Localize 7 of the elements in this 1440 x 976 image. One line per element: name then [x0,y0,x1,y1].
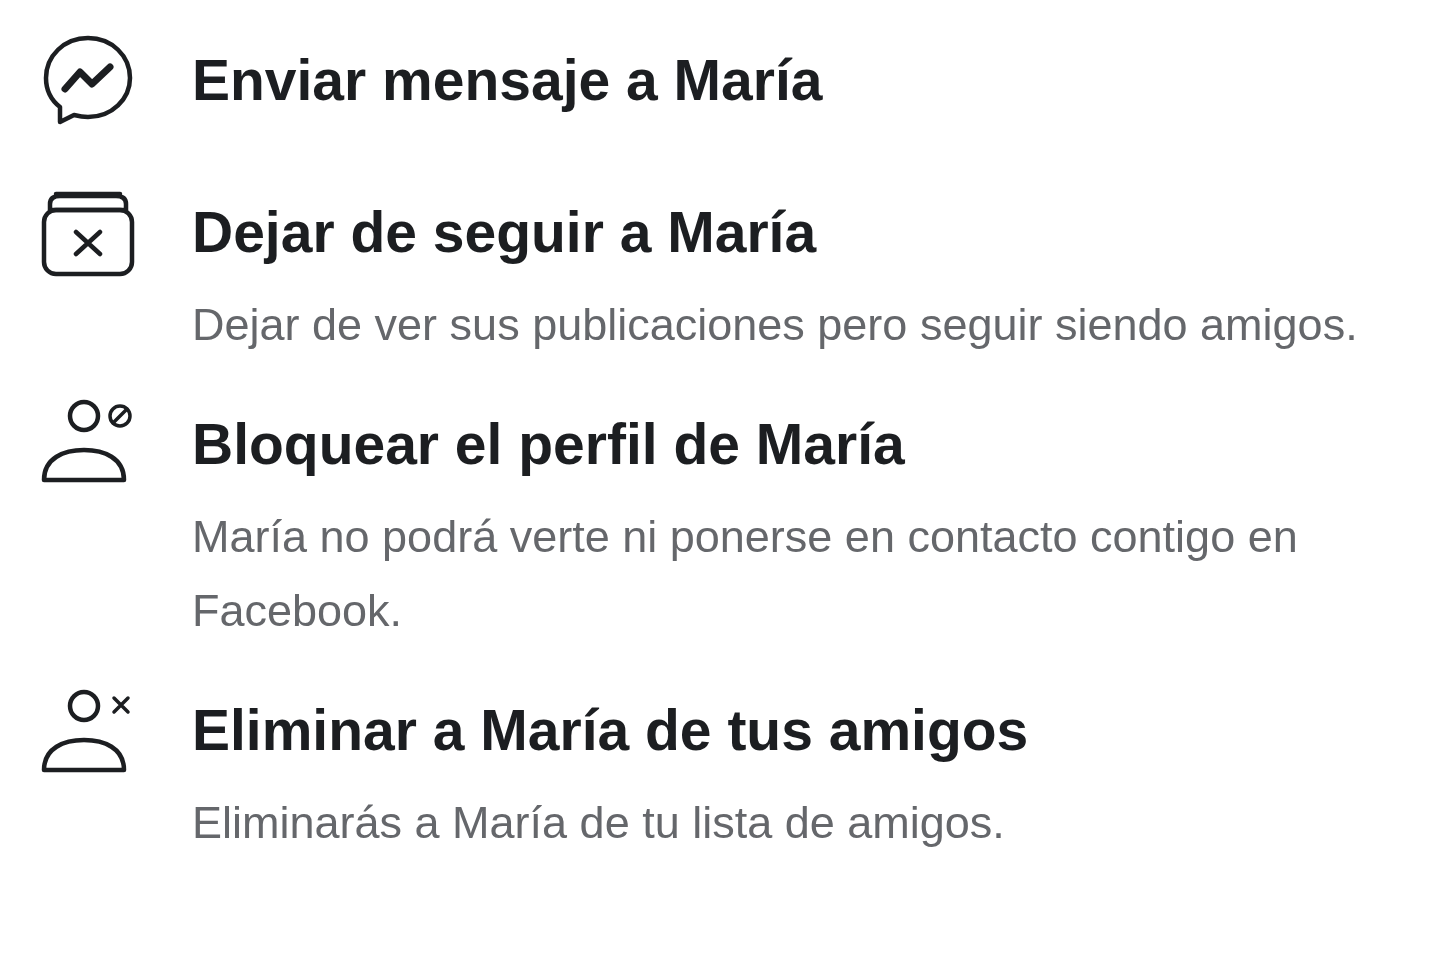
menu-item-description: Dejar de ver sus publicaciones pero seguir siendo amigos. [192,298,1359,352]
menu-item-title[interactable]: Enviar mensaje a María [192,40,1427,120]
menu-item-description: Eliminarás a María de tu lista de amigos. [192,796,1006,850]
menu-item-title[interactable]: Eliminar a María de tus amigos [192,690,1427,770]
menu-item-title[interactable]: Bloquear el perfil de María [192,404,1427,484]
menu-item-description: María no podrá verte ni ponerse en contacto contigo en Facebook. [192,510,1299,638]
menu-item-title[interactable]: Dejar de seguir a María [192,192,1427,272]
